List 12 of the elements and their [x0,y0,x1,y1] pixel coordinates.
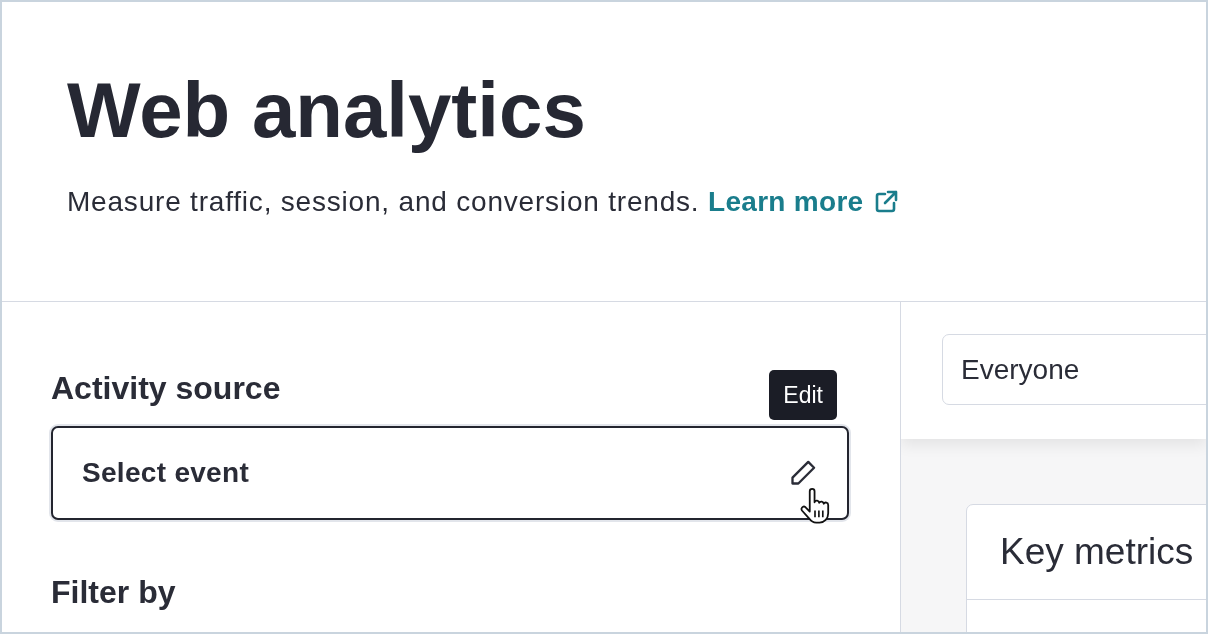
section-label: Filter by [51,574,176,610]
pencil-icon[interactable] [789,459,817,487]
hand-cursor-icon [800,488,830,524]
page-title: Web analytics [67,65,586,156]
section-label: Activity source [51,370,281,406]
external-link-icon [873,190,898,214]
event-selector[interactable]: Select event [51,426,849,520]
learn-more-link[interactable]: Learn more [708,184,898,220]
audience-field[interactable]: Everyone [942,334,1206,405]
page-description: Measure traffic, session, and conversion trends. Learn more [67,184,898,220]
card-title: Key metrics [1000,531,1194,573]
edit-tooltip: Edit [769,370,837,420]
